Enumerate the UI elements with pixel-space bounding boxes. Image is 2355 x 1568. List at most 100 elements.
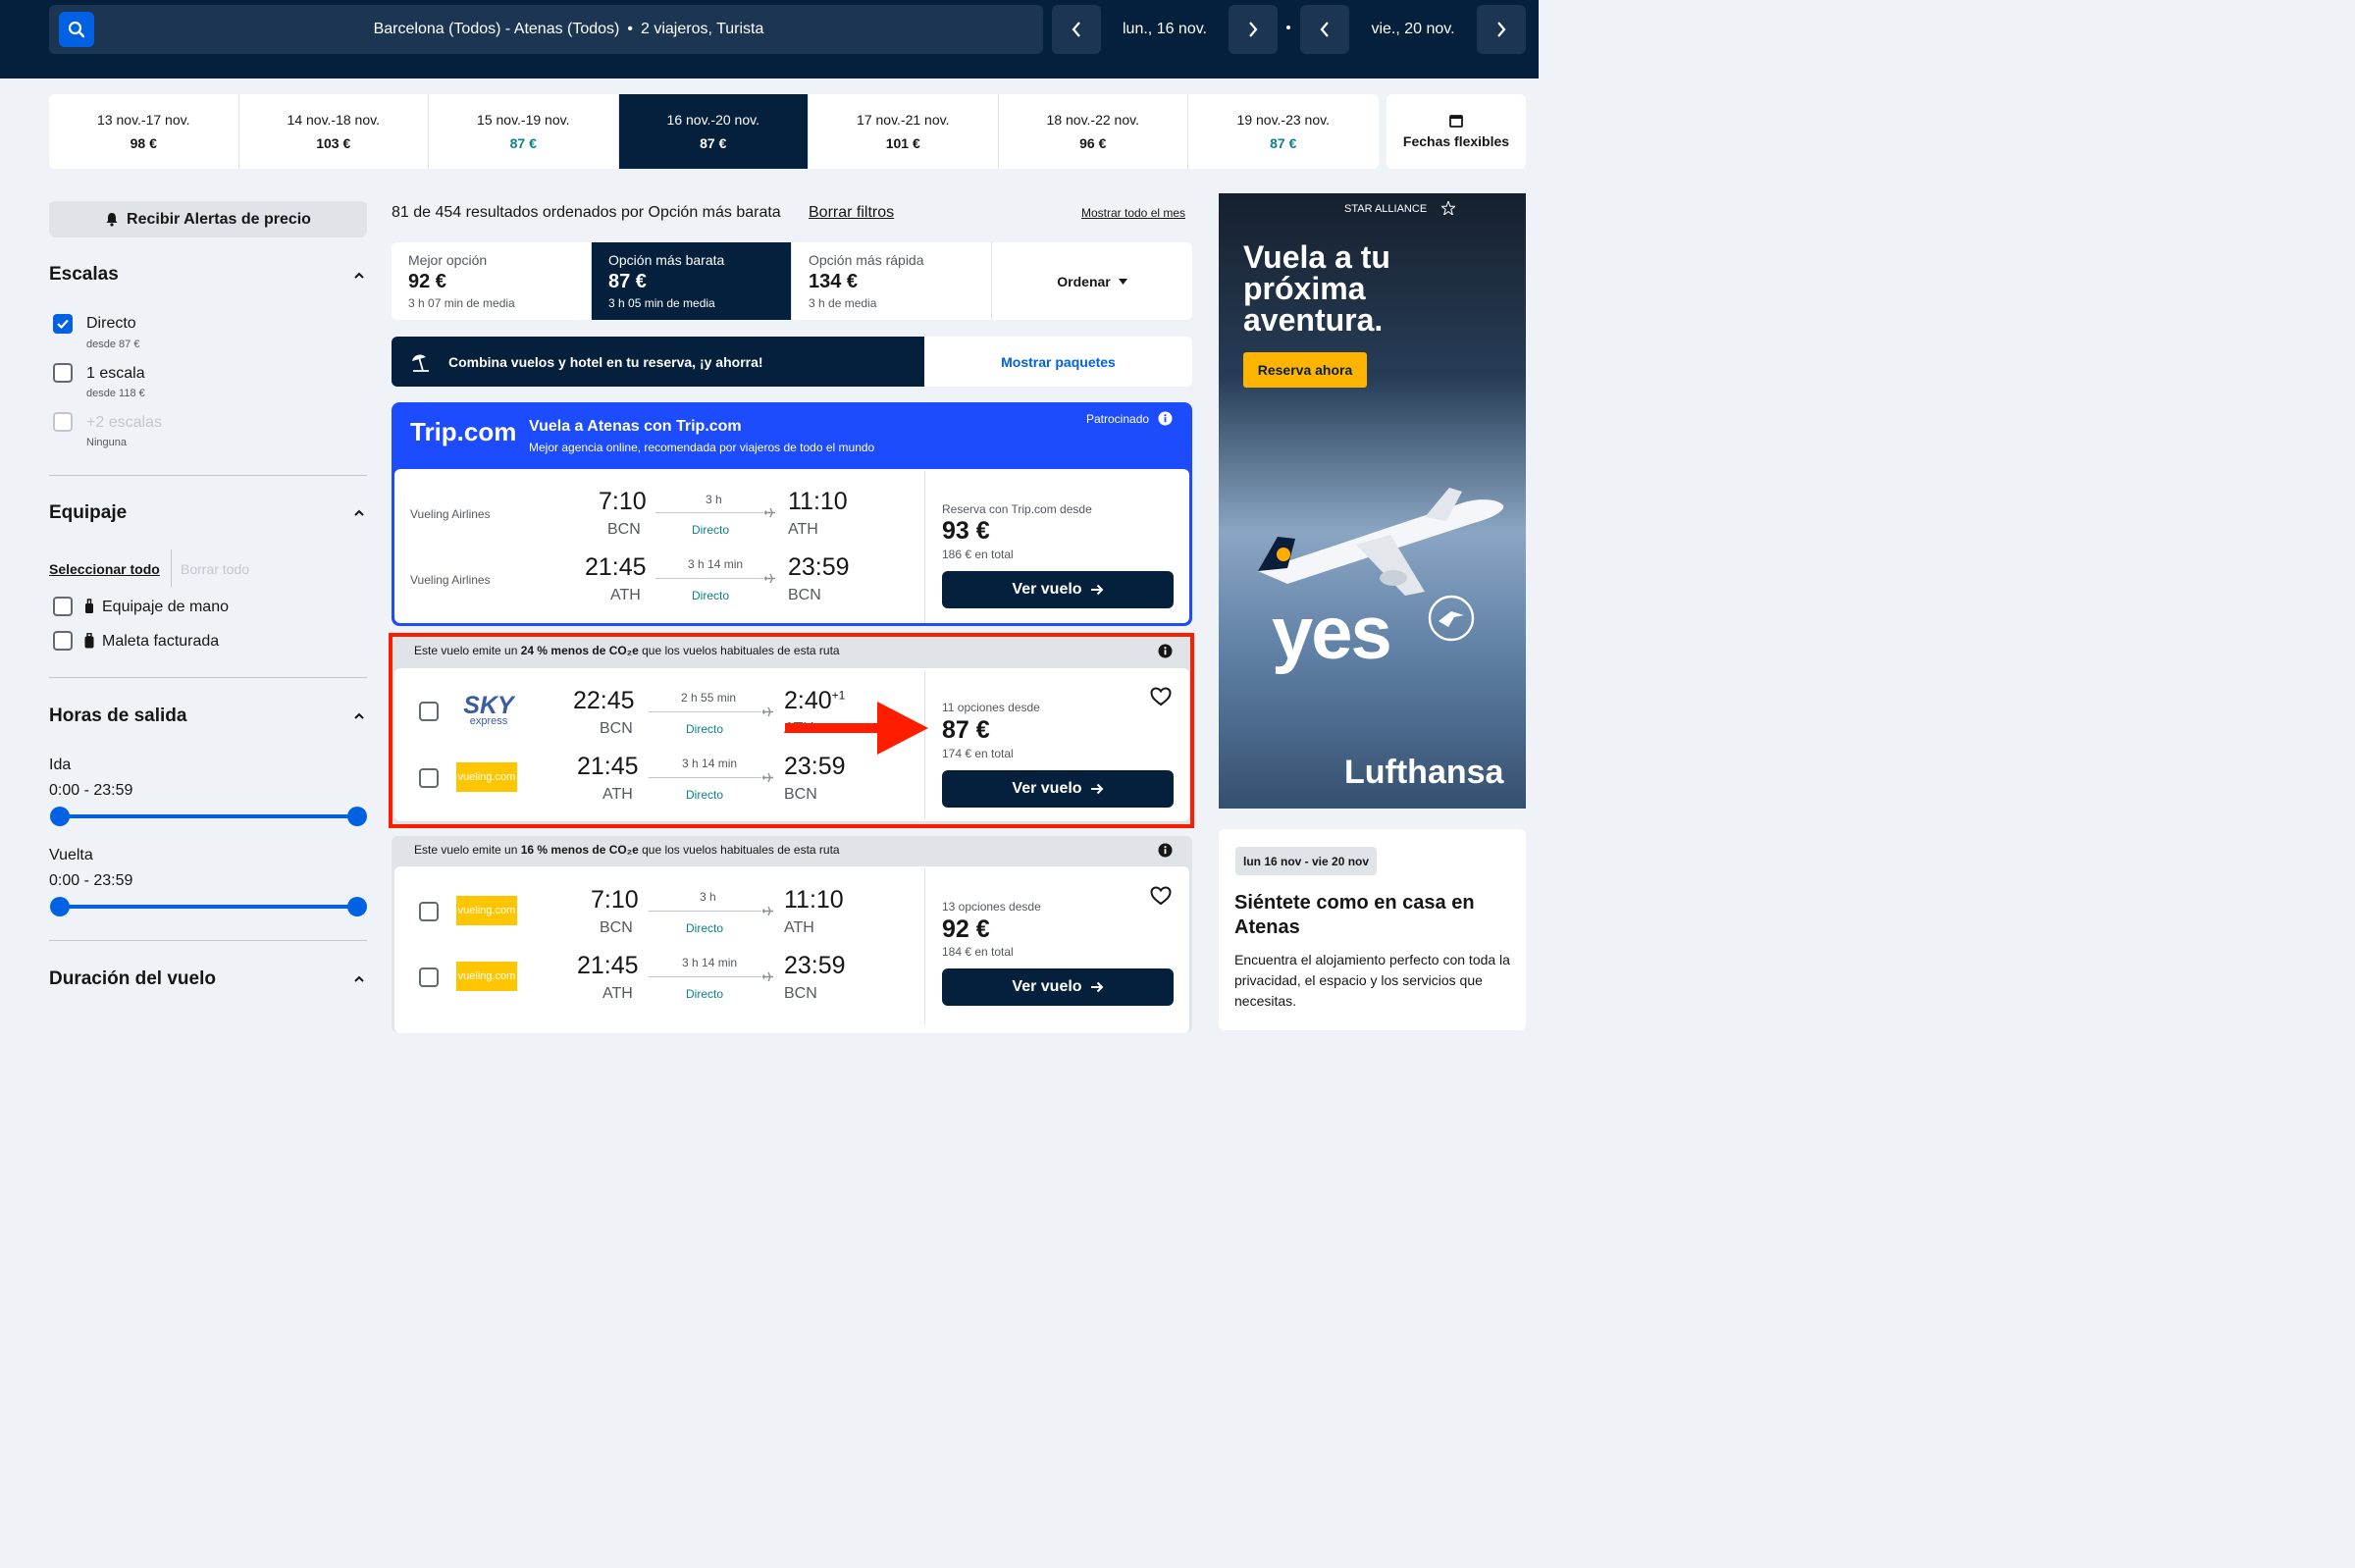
suitcase-icon xyxy=(84,633,94,649)
date-tab[interactable]: 18 nov.-22 nov. 96 € xyxy=(999,94,1188,169)
chevron-up-icon[interactable] xyxy=(353,507,365,519)
sort-tab-sub: 3 h de media xyxy=(809,296,877,310)
compare-checkbox[interactable] xyxy=(419,902,439,921)
depart-date[interactable]: lun., 16 nov. xyxy=(1101,5,1229,54)
date-tab-label: 17 nov.-21 nov. xyxy=(857,112,950,128)
plane-icon xyxy=(764,573,775,584)
arrival-time: 23:59 xyxy=(784,952,846,979)
info-icon[interactable] xyxy=(1158,843,1173,858)
departure-time: 7:10 xyxy=(599,488,647,515)
sort-tab-best[interactable]: Mejor opción 92 € 3 h 07 min de media xyxy=(392,242,592,320)
compare-checkbox[interactable] xyxy=(419,967,439,987)
stops-direct-price: desde 87 € xyxy=(86,339,140,350)
search-route: Barcelona (Todos) - Atenas (Todos) xyxy=(373,21,620,37)
airline-name: Vueling Airlines xyxy=(410,573,491,587)
arrow-right-icon xyxy=(1090,584,1103,596)
stops-direct-checkbox[interactable] xyxy=(53,314,73,334)
carry-on-checkbox[interactable] xyxy=(53,597,73,616)
ad-brand: Lufthansa xyxy=(1344,754,1504,791)
options-label: 13 opciones desde xyxy=(942,900,1041,914)
stops-one-checkbox[interactable] xyxy=(53,363,73,383)
stops-two-checkbox[interactable] xyxy=(53,412,73,432)
clear-filters-link[interactable]: Borrar filtros xyxy=(809,204,894,222)
heart-icon[interactable] xyxy=(1150,886,1172,906)
view-flight-label: Ver vuelo xyxy=(1012,581,1082,598)
flight-duration-title: Duración del vuelo xyxy=(49,968,216,989)
emissions-text: que los vuelos habituales de esta ruta xyxy=(638,843,840,857)
sort-tab-label: Opción más barata xyxy=(608,252,725,268)
packages-banner: Combina vuelos y hotel en tu reserva, ¡y… xyxy=(392,337,1192,387)
price-total: 186 € en total xyxy=(942,548,1014,561)
search-button[interactable] xyxy=(59,12,94,47)
depart-next-button[interactable] xyxy=(1229,5,1278,54)
emissions-note: Este vuelo emite un 16 % menos de CO₂e q… xyxy=(414,843,840,857)
return-slider-max-handle[interactable] xyxy=(347,897,367,916)
route-line xyxy=(655,578,763,579)
divider xyxy=(171,549,172,587)
return-date[interactable]: vie., 20 nov. xyxy=(1349,5,1477,54)
lufthansa-crane-icon xyxy=(1428,595,1475,642)
sort-tab-price: 92 € xyxy=(408,271,446,292)
outbound-slider-max-handle[interactable] xyxy=(347,807,367,826)
star-alliance-icon xyxy=(1441,201,1455,215)
outbound-range: 0:00 - 23:59 xyxy=(49,782,133,799)
return-slider-min-handle[interactable] xyxy=(50,897,70,916)
date-tab[interactable]: 19 nov.-23 nov. 87 € xyxy=(1188,94,1379,169)
date-tab-label: 14 nov.-18 nov. xyxy=(287,112,380,128)
emissions-text: Este vuelo emite un xyxy=(414,843,521,857)
stops-one-label: 1 escala xyxy=(86,365,145,382)
date-tab-price: 96 € xyxy=(1079,135,1107,151)
flight-duration: 3 h 14 min xyxy=(688,557,744,571)
chevron-up-icon[interactable] xyxy=(353,710,365,722)
checked-bag-checkbox[interactable] xyxy=(53,631,73,651)
info-icon[interactable] xyxy=(1158,411,1173,426)
hotel-text: Encuentra el alojamiento perfecto con to… xyxy=(1234,952,1510,1009)
outbound-slider-min-handle[interactable] xyxy=(50,807,70,826)
baggage-title: Equipaje xyxy=(49,502,128,523)
sort-tab-cheapest[interactable]: Opción más barata 87 € 3 h 05 min de med… xyxy=(592,242,792,320)
price-alert-button[interactable]: Recibir Alertas de precio xyxy=(49,201,367,237)
return-next-button[interactable] xyxy=(1477,5,1526,54)
sort-order-dropdown[interactable]: Ordenar xyxy=(992,242,1192,320)
plane-icon xyxy=(764,507,775,518)
flexible-dates-button[interactable]: Fechas flexibles xyxy=(1387,94,1526,169)
checked-bag-label: Maleta facturada xyxy=(102,633,220,650)
date-tab-selected[interactable]: 16 nov.-20 nov. 87 € xyxy=(618,94,809,169)
date-tab-label: 19 nov.-23 nov. xyxy=(1236,112,1330,128)
ad-cta-button[interactable]: Reserva ahora xyxy=(1243,352,1367,388)
outbound-slider-track[interactable] xyxy=(59,814,357,818)
date-tab-price: 87 € xyxy=(509,135,537,151)
depart-prev-button[interactable] xyxy=(1052,5,1101,54)
stops-direct-label: Directo xyxy=(86,315,136,332)
date-tab-price: 87 € xyxy=(1270,135,1297,151)
date-tab-price: 103 € xyxy=(316,135,351,151)
date-tab[interactable]: 13 nov.-17 nov. 98 € xyxy=(49,94,239,169)
caret-down-icon xyxy=(1118,278,1127,285)
date-tab-label: 18 nov.-22 nov. xyxy=(1046,112,1139,128)
beach-umbrella-icon xyxy=(412,353,429,372)
search-summary-text[interactable]: Barcelona (Todos) - Atenas (Todos) • 2 v… xyxy=(94,5,1043,54)
return-prev-button[interactable] xyxy=(1300,5,1349,54)
date-tab-label: 15 nov.-19 nov. xyxy=(477,112,570,128)
date-tab[interactable]: 17 nov.-21 nov. 101 € xyxy=(809,94,999,169)
view-flight-button[interactable]: Ver vuelo xyxy=(942,571,1174,608)
stops-label: Directo xyxy=(686,987,724,1001)
sort-tab-fastest[interactable]: Opción más rápida 134 € 3 h de media xyxy=(792,242,992,320)
flight-duration: 3 h xyxy=(700,890,716,904)
chevron-up-icon[interactable] xyxy=(353,973,365,985)
ad-headline: Vuela a tu próxima aventura. xyxy=(1243,239,1390,338)
date-tab[interactable]: 14 nov.-18 nov. 103 € xyxy=(239,94,429,169)
stops-label: Directo xyxy=(692,523,730,537)
select-all-link[interactable]: Seleccionar todo xyxy=(49,561,160,577)
return-slider-track[interactable] xyxy=(59,905,357,909)
vueling-logo-text: vueling.com xyxy=(457,970,516,982)
arrow-right-icon xyxy=(1090,981,1103,993)
sort-tab-label: Mejor opción xyxy=(408,252,488,268)
show-month-link[interactable]: Mostrar todo el mes xyxy=(1081,206,1185,220)
show-packages-button[interactable]: Mostrar paquetes xyxy=(924,337,1192,387)
flight-duration: 3 h 14 min xyxy=(682,956,738,969)
chevron-up-icon[interactable] xyxy=(353,270,365,282)
view-flight-button[interactable]: Ver vuelo xyxy=(942,968,1174,1006)
clear-all-link[interactable]: Borrar todo xyxy=(181,561,249,577)
date-tab[interactable]: 15 nov.-19 nov. 87 € xyxy=(429,94,619,169)
